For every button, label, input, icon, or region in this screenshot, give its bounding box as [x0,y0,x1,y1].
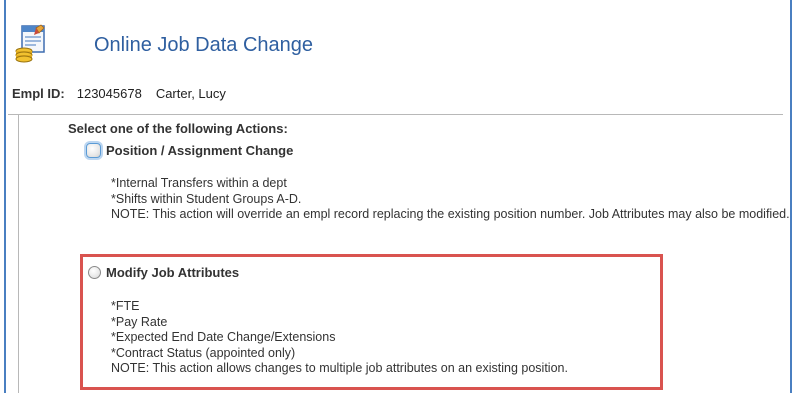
description-note: NOTE: This action will override an empl … [111,207,790,221]
description-note: NOTE: This action allows changes to mult… [111,361,568,375]
description-line: *Internal Transfers within a dept [111,176,287,190]
description-line: *Pay Rate [111,314,168,329]
description-line: *FTE [111,299,140,313]
description-line: *Shifts within Student Groups A-D. [111,191,302,206]
empl-id-label: Empl ID: [12,86,65,101]
option-modify-job-attributes[interactable]: Modify Job Attributes [88,265,239,280]
actions-heading: Select one of the following Actions: [68,121,288,136]
page-header: Online Job Data Change [8,18,783,68]
option-position-assignment-change[interactable]: Position / Assignment Change [86,143,293,158]
option-description: *Internal Transfers within a dept *Shift… [111,176,791,223]
job-data-icon [14,24,48,64]
option-description: *FTE *Pay Rate *Expected End Date Change… [111,299,671,377]
header-divider [8,114,783,115]
employee-info: Empl ID: 123045678 Carter, Lucy [12,86,226,101]
description-line: *Contract Status (appointed only) [111,345,296,360]
description-line: *Expected End Date Change/Extensions [111,330,336,344]
empl-id-value: 123045678 [76,86,142,101]
position-assignment-radio[interactable] [86,143,101,158]
section-left-rule [18,115,19,393]
page-title: Online Job Data Change [94,34,314,56]
option-label[interactable]: Modify Job Attributes [106,265,239,280]
employee-name: Carter, Lucy [155,86,226,101]
modify-job-attributes-radio[interactable] [88,266,101,279]
option-label[interactable]: Position / Assignment Change [106,143,293,158]
